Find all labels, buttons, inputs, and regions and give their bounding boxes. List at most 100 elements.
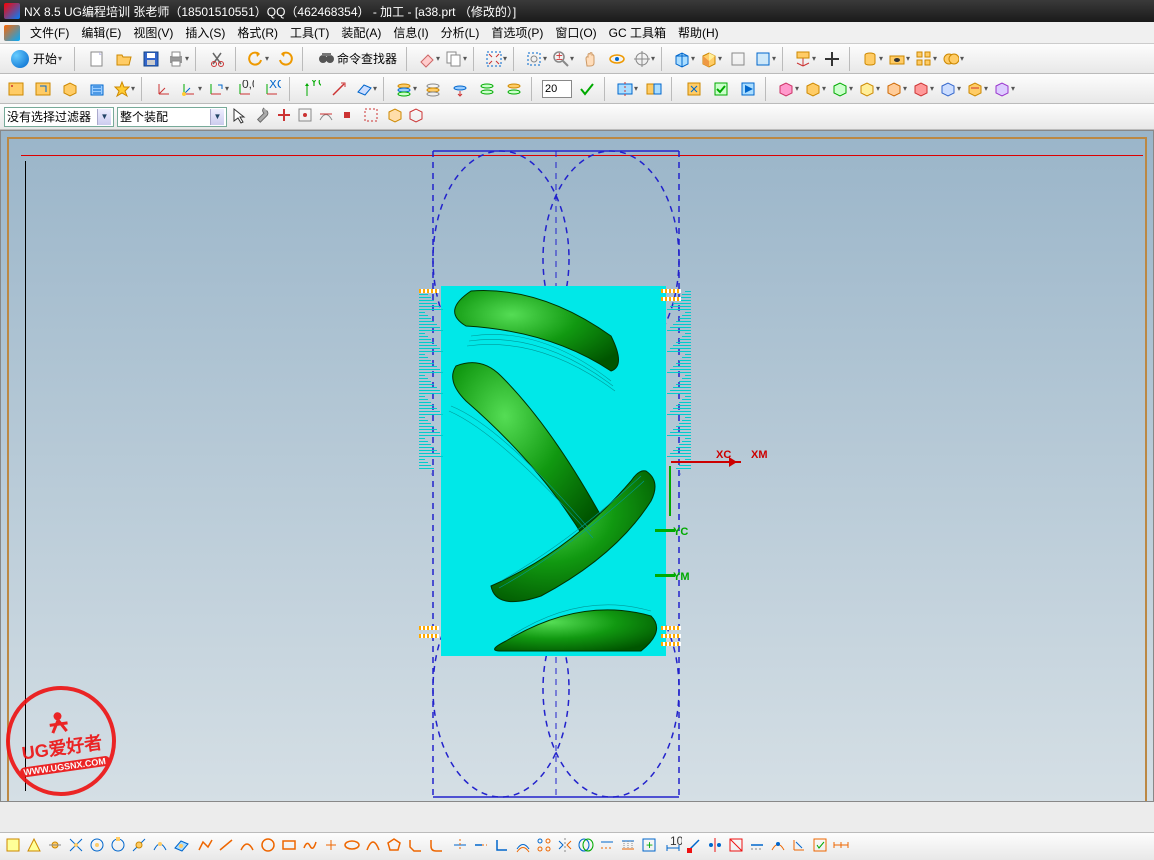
sketch-polygon-button[interactable] bbox=[385, 836, 403, 857]
menu-gctoolbox[interactable]: GC 工具箱 bbox=[603, 24, 672, 41]
cut-button[interactable] bbox=[206, 47, 230, 71]
create-infer-button[interactable] bbox=[811, 836, 829, 857]
snap-onface-button[interactable] bbox=[172, 836, 190, 857]
intersection-curve-button[interactable] bbox=[577, 836, 595, 857]
sketch-ellipse-button[interactable] bbox=[343, 836, 361, 857]
type-filter-combo[interactable]: 没有选择过滤器 ▼ bbox=[4, 107, 114, 127]
menu-edit[interactable]: 编辑(E) bbox=[75, 24, 127, 41]
sketch-line-button[interactable] bbox=[217, 836, 235, 857]
plane-button[interactable] bbox=[354, 77, 378, 101]
drill-button[interactable] bbox=[884, 77, 908, 101]
start-button[interactable]: 开始 bbox=[4, 47, 69, 71]
make-corner-button[interactable] bbox=[493, 836, 511, 857]
rotate-button[interactable] bbox=[605, 47, 629, 71]
snap-center-button[interactable] bbox=[88, 836, 106, 857]
alternate-soln-button[interactable] bbox=[769, 836, 787, 857]
wcs-button[interactable] bbox=[793, 47, 817, 71]
make-symmetric-button[interactable] bbox=[706, 836, 724, 857]
save-button[interactable] bbox=[139, 47, 163, 71]
menu-view[interactable]: 视图(V) bbox=[127, 24, 179, 41]
continuous-dim-button[interactable] bbox=[832, 836, 850, 857]
postprocess-button[interactable] bbox=[776, 77, 800, 101]
snap-intersect-button[interactable] bbox=[67, 836, 85, 857]
pattern-button[interactable] bbox=[914, 47, 938, 71]
sel-single-button[interactable] bbox=[338, 106, 356, 127]
see-thru-button[interactable] bbox=[753, 47, 777, 71]
menu-preferences[interactable]: 首选项(P) bbox=[485, 24, 549, 41]
mirror-curve-button[interactable] bbox=[556, 836, 574, 857]
perspective-button[interactable] bbox=[632, 47, 656, 71]
layer-category-button[interactable] bbox=[475, 77, 499, 101]
touch-mode-button[interactable] bbox=[417, 47, 441, 71]
menu-format[interactable]: 格式(R) bbox=[231, 24, 284, 41]
project-curve-button[interactable] bbox=[619, 836, 637, 857]
extend-button[interactable] bbox=[472, 836, 490, 857]
sel-all-button[interactable] bbox=[407, 106, 425, 127]
yc-up-button[interactable]: YC bbox=[300, 77, 324, 101]
menu-tools[interactable]: 工具(T) bbox=[284, 24, 335, 41]
constraint-button[interactable] bbox=[685, 836, 703, 857]
layer-settings-button[interactable] bbox=[394, 77, 418, 101]
layer-visible-button[interactable] bbox=[421, 77, 445, 101]
view-front-button[interactable] bbox=[672, 47, 696, 71]
print-button[interactable] bbox=[166, 47, 190, 71]
shop-doc-button[interactable] bbox=[803, 77, 827, 101]
add-existing-button[interactable]: + bbox=[640, 836, 658, 857]
generate-button[interactable] bbox=[682, 77, 706, 101]
new-button[interactable] bbox=[85, 47, 109, 71]
origin-000-button[interactable]: 0,0,0 bbox=[233, 77, 257, 101]
create-tool-button[interactable] bbox=[31, 77, 55, 101]
cavity-button[interactable] bbox=[992, 77, 1016, 101]
menu-window[interactable]: 窗口(O) bbox=[549, 24, 602, 41]
undo-button[interactable] bbox=[246, 47, 270, 71]
layer-move-button[interactable] bbox=[448, 77, 472, 101]
layer-input[interactable] bbox=[542, 80, 572, 98]
sel-highlight-button[interactable] bbox=[386, 106, 404, 127]
mcs-move-button[interactable] bbox=[206, 77, 230, 101]
redo-button[interactable] bbox=[273, 47, 297, 71]
sketch-point-button[interactable] bbox=[322, 836, 340, 857]
unite-button[interactable] bbox=[941, 47, 965, 71]
turn-button[interactable] bbox=[911, 77, 935, 101]
mcs-origin-button[interactable] bbox=[152, 77, 176, 101]
zoom-in-out-button[interactable]: ± bbox=[551, 47, 575, 71]
vector-button[interactable] bbox=[327, 77, 351, 101]
verify-button[interactable] bbox=[709, 77, 733, 101]
show-hide-button[interactable] bbox=[502, 77, 526, 101]
clip-button[interactable] bbox=[615, 77, 639, 101]
create-geometry-button[interactable] bbox=[58, 77, 82, 101]
sel-general-button[interactable] bbox=[254, 106, 272, 127]
zoom-button[interactable] bbox=[524, 47, 548, 71]
open-button[interactable] bbox=[112, 47, 136, 71]
graphics-viewport[interactable]: for(let i=0;i<60;i++)document.write('<di… bbox=[0, 130, 1154, 802]
wedm-button[interactable] bbox=[938, 77, 962, 101]
snap-ctrl-button[interactable] bbox=[46, 836, 64, 857]
sketch-rect-button[interactable] bbox=[280, 836, 298, 857]
sketch-circle-button[interactable] bbox=[259, 836, 277, 857]
menu-analysis[interactable]: 分析(L) bbox=[435, 24, 486, 41]
snap-end-button[interactable] bbox=[4, 836, 22, 857]
xc-axis-button[interactable]: XC bbox=[260, 77, 284, 101]
toolpath-button[interactable] bbox=[965, 77, 989, 101]
trim-button[interactable] bbox=[451, 836, 469, 857]
machining-button[interactable] bbox=[830, 77, 854, 101]
command-finder[interactable]: 命令查找器 bbox=[313, 48, 401, 70]
snap-quadrant-button[interactable] bbox=[109, 836, 127, 857]
convert-ref-button[interactable] bbox=[748, 836, 766, 857]
menu-help[interactable]: 帮助(H) bbox=[672, 24, 725, 41]
sketch-profile-button[interactable] bbox=[196, 836, 214, 857]
inferred-dim-button[interactable] bbox=[790, 836, 808, 857]
sketch-spline-button[interactable] bbox=[301, 836, 319, 857]
menu-file[interactable]: 文件(F) bbox=[24, 24, 75, 41]
sketch-conic-button[interactable] bbox=[364, 836, 382, 857]
sel-cursor-button[interactable] bbox=[230, 106, 248, 127]
menu-assemblies[interactable]: 装配(A) bbox=[335, 24, 387, 41]
snap-exist-button[interactable] bbox=[130, 836, 148, 857]
sketch-arc-button[interactable] bbox=[238, 836, 256, 857]
pan-button[interactable] bbox=[578, 47, 602, 71]
program-button[interactable] bbox=[4, 77, 28, 101]
fit-button[interactable] bbox=[484, 47, 508, 71]
offset-curve-button[interactable] bbox=[514, 836, 532, 857]
sel-up-button[interactable] bbox=[275, 106, 293, 127]
sel-face-button[interactable] bbox=[296, 106, 314, 127]
